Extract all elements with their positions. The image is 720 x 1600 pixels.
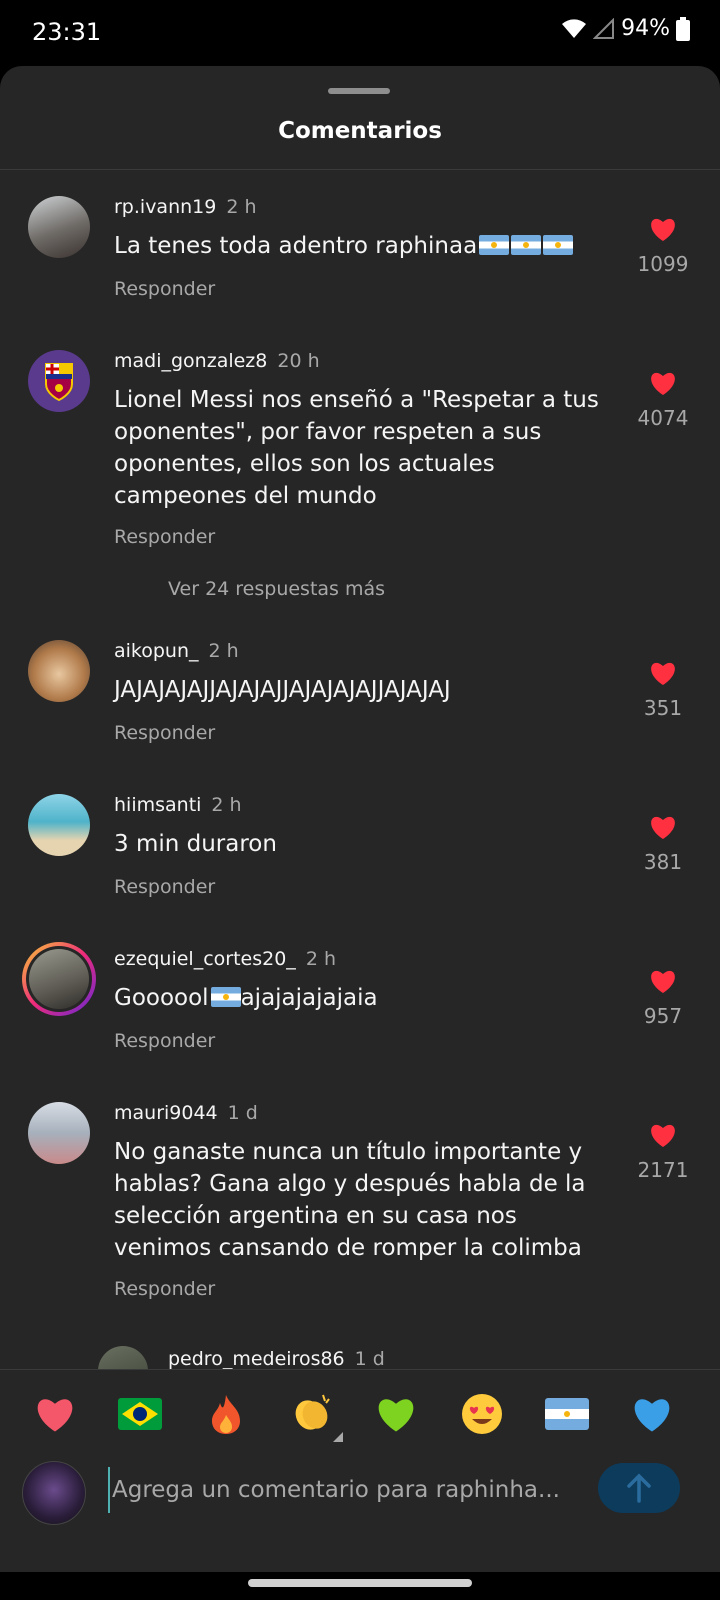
avatar[interactable] <box>28 640 90 702</box>
like-count: 381 <box>643 850 683 874</box>
divider <box>0 169 720 170</box>
comment-meta: rp.ivann19 2 h <box>114 196 257 218</box>
like-count: 1099 <box>637 252 689 276</box>
expand-corner-icon <box>333 1432 343 1442</box>
arrow-up-icon <box>627 1473 651 1503</box>
like-count: 4074 <box>637 406 689 430</box>
heart-icon[interactable] <box>649 1122 677 1148</box>
comment-meta: ezequiel_cortes20_ 2 h <box>114 948 336 970</box>
comment-meta: mauri9044 1 d <box>114 1102 258 1124</box>
username[interactable]: aikopun_ <box>114 640 199 662</box>
comment-meta: madi_gonzalez8 20 h <box>114 350 320 372</box>
argentina-flag-icon <box>479 235 510 255</box>
username[interactable]: pedro_medeiros86 <box>168 1348 345 1370</box>
fire-icon[interactable] <box>202 1392 250 1436</box>
timestamp: 2 h <box>211 794 242 816</box>
signal-icon <box>593 17 615 39</box>
drag-handle[interactable] <box>328 88 390 94</box>
clapping-hands-icon[interactable] <box>287 1392 343 1442</box>
like-count: 351 <box>643 696 683 720</box>
argentina-flag-icon <box>210 987 241 1007</box>
view-more-replies[interactable]: Ver 24 respuestas más <box>168 578 385 600</box>
gesture-nav-bar <box>0 1572 720 1600</box>
avatar[interactable] <box>28 794 90 856</box>
comment-meta: hiimsanti 2 h <box>114 794 242 816</box>
status-bar: 23:31 94% <box>0 0 720 66</box>
comment-meta: aikopun_ 2 h <box>114 640 239 662</box>
sheet-title: Comentarios <box>278 118 442 144</box>
comment-composer: Agrega un comentario para raphinha... <box>0 1457 720 1572</box>
current-user-avatar <box>22 1461 86 1525</box>
comment-text: La tenes toda adentro raphinaa <box>114 233 478 259</box>
reply-button[interactable]: Responder <box>114 1278 215 1300</box>
emoji-quick-bar <box>0 1369 720 1458</box>
comment-text: 3 min duraron <box>114 831 277 857</box>
avatar <box>29 949 89 1009</box>
battery-icon <box>676 16 690 41</box>
green-heart-icon[interactable] <box>372 1392 420 1436</box>
comments-sheet: Comentarios rp.ivann19 2 h La tenes toda … <box>0 66 720 1572</box>
comment-text: JAJAJAJAJJAJAJAJJAJAJAJAJJAJAJAJ <box>114 677 451 703</box>
like-control[interactable]: 957 <box>628 968 698 1028</box>
heart-emoji-icon[interactable] <box>31 1392 79 1436</box>
send-button[interactable] <box>598 1463 680 1513</box>
avatar-story-ring[interactable] <box>22 942 96 1016</box>
timestamp: 2 h <box>305 948 336 970</box>
blue-heart-icon[interactable] <box>628 1392 676 1436</box>
timestamp: 1 d <box>227 1102 258 1124</box>
avatar-ring-inner <box>26 946 92 1012</box>
like-control[interactable]: 1099 <box>628 216 698 276</box>
like-control[interactable]: 381 <box>628 814 698 874</box>
fcb-crest-icon <box>45 363 73 402</box>
brazil-flag-icon[interactable] <box>116 1392 164 1436</box>
comment-text: Lionel Messi nos enseñó a "Respetar a tu… <box>114 387 599 509</box>
heart-icon[interactable] <box>649 216 677 242</box>
avatar[interactable] <box>28 350 90 412</box>
comment-text-row: La tenes toda adentro raphinaa <box>114 230 614 262</box>
reply-button[interactable]: Responder <box>114 876 215 898</box>
username[interactable]: madi_gonzalez8 <box>114 350 267 372</box>
avatar[interactable] <box>28 1102 90 1164</box>
timestamp: 2 h <box>208 640 239 662</box>
comment-text: No ganaste nunca un título importante y … <box>114 1139 586 1261</box>
wifi-icon <box>562 18 587 38</box>
timestamp: 2 h <box>226 196 257 218</box>
comment-text-part: ajajajajajaia <box>240 985 378 1011</box>
like-control[interactable]: 2171 <box>628 1122 698 1182</box>
argentina-flag-icon <box>511 235 542 255</box>
like-count: 2171 <box>637 1158 689 1182</box>
comment-meta: pedro_medeiros86 1 d <box>168 1348 385 1370</box>
timestamp: 1 d <box>354 1348 385 1370</box>
clock: 23:31 <box>32 18 102 46</box>
argentina-flag-emoji-icon[interactable] <box>543 1392 591 1436</box>
like-control[interactable]: 351 <box>628 660 698 720</box>
reply-button[interactable]: Responder <box>114 526 215 548</box>
username[interactable]: rp.ivann19 <box>114 196 216 218</box>
username[interactable]: mauri9044 <box>114 1102 218 1124</box>
username[interactable]: ezequiel_cortes20_ <box>114 948 296 970</box>
avatar[interactable] <box>28 196 90 258</box>
comment-input[interactable]: Agrega un comentario para raphinha... <box>108 1467 582 1513</box>
reply-button[interactable]: Responder <box>114 1030 215 1052</box>
reply-button[interactable]: Responder <box>114 722 215 744</box>
battery-percent: 94% <box>621 16 670 41</box>
status-icons: 94% <box>561 16 690 41</box>
timestamp: 20 h <box>277 350 320 372</box>
comment-text-row: Goooool ajajajajajaia <box>114 982 614 1014</box>
reply-button[interactable]: Responder <box>114 278 215 300</box>
username[interactable]: hiimsanti <box>114 794 201 816</box>
heart-icon[interactable] <box>649 814 677 840</box>
like-count: 957 <box>643 1004 683 1028</box>
home-indicator[interactable] <box>248 1579 472 1587</box>
heart-icon[interactable] <box>649 370 677 396</box>
comment-text-part: Goooool <box>114 985 209 1011</box>
heart-eyes-icon[interactable] <box>458 1392 506 1436</box>
like-control[interactable]: 4074 <box>628 370 698 430</box>
heart-icon[interactable] <box>649 660 677 686</box>
argentina-flag-icon <box>543 235 574 255</box>
heart-icon[interactable] <box>649 968 677 994</box>
